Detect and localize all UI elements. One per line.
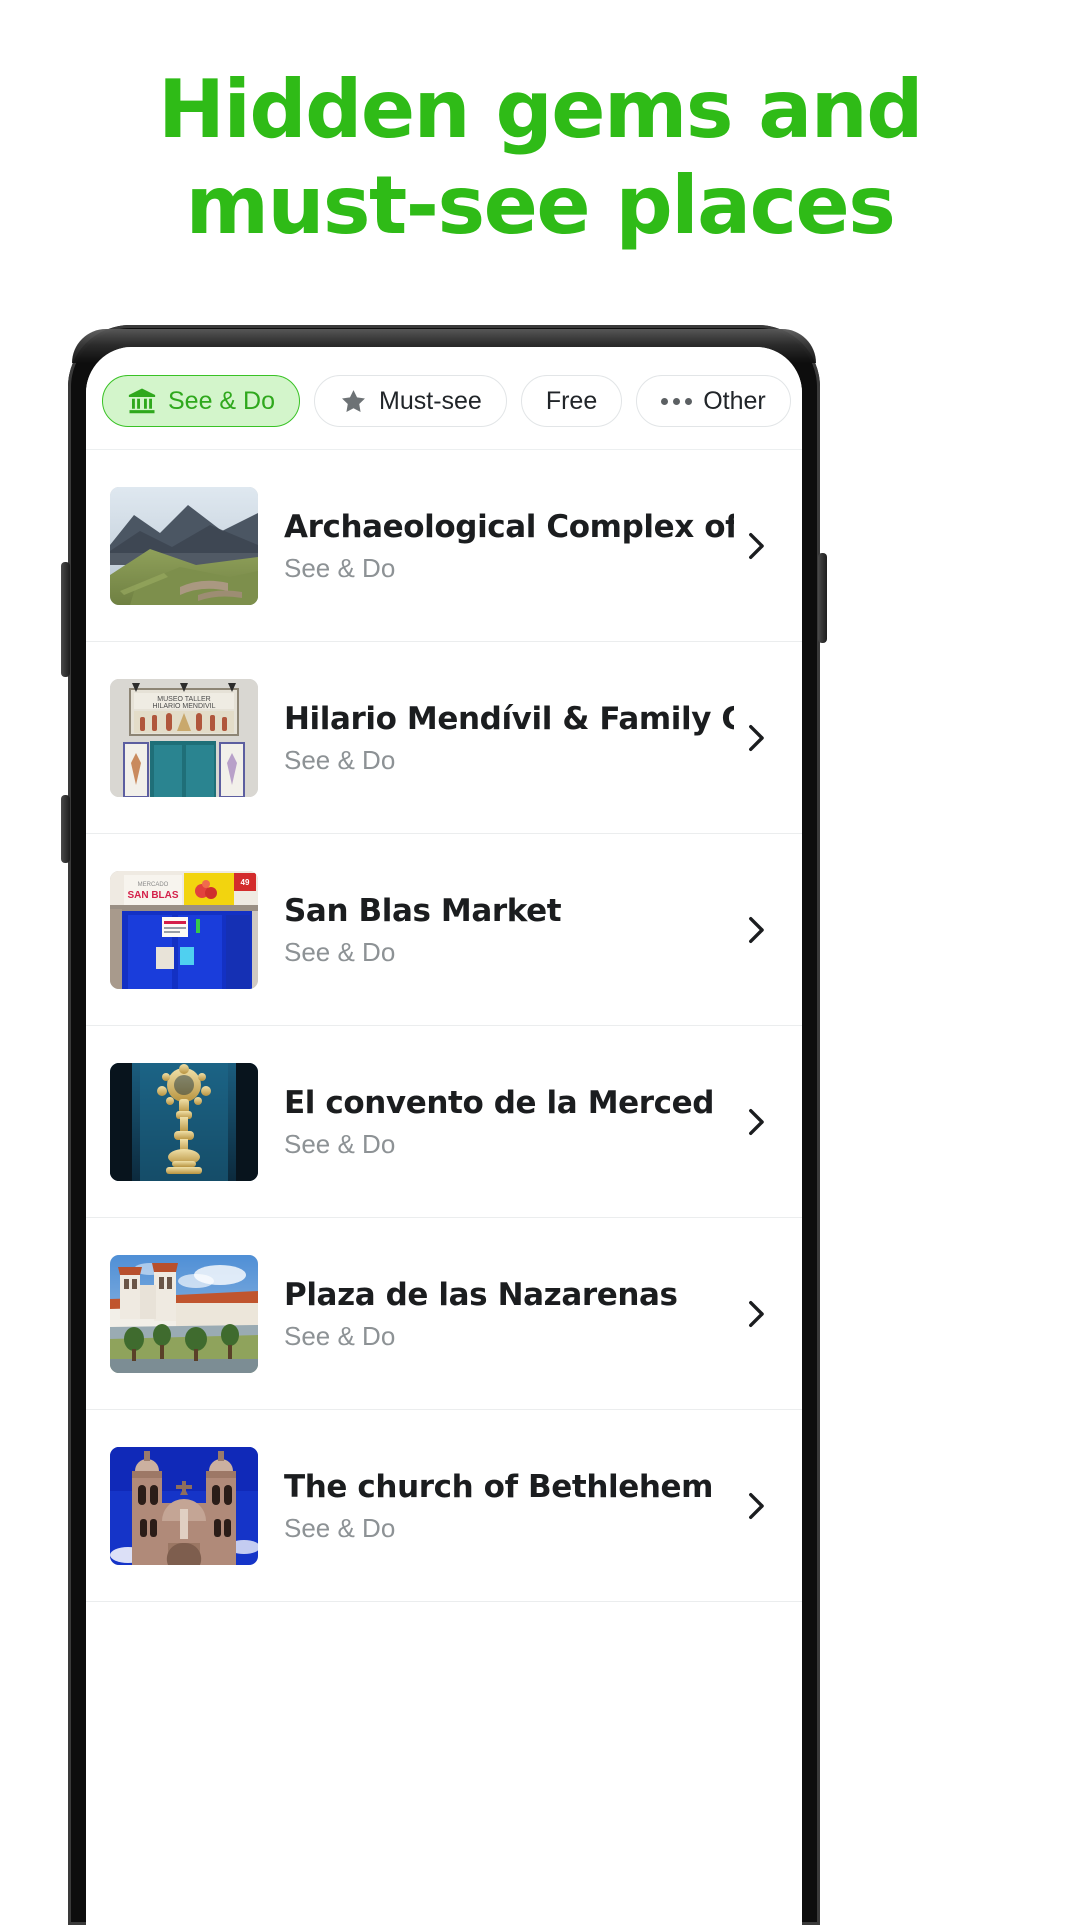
list-item[interactable]: Plaza de las Nazarenas See & Do [86,1218,802,1410]
list-item-subtitle: See & Do [284,745,396,775]
filter-chip-other[interactable]: Other [636,375,791,427]
list-item-subtitle: See & Do [284,1321,396,1351]
chevron-right-icon[interactable] [734,1101,776,1143]
list-item-text: San Blas Market See & Do [258,892,734,967]
plaza-nazarenas-photo [110,1254,258,1373]
merced-monstrance-photo [110,1062,258,1181]
page-title: Hidden gems and must-see places [0,0,1080,254]
list-item-text: Archaeological Complex of Pisac See & Do [258,508,734,583]
svg-text:MUSEO TALLER: MUSEO TALLER [157,696,210,703]
filter-chip-label: Must-see [379,386,482,415]
svg-text:HILARIO MENDIVIL: HILARIO MENDIVIL [152,703,215,710]
filter-chip-label: Free [545,386,598,415]
list-item-subtitle: See & Do [284,937,396,967]
list-item-text: Hilario Mendívil & Family Gallery See & … [258,700,734,775]
phone-screen: See & Do Must-see Free Other Archaeologi… [86,347,802,1925]
list-item-title: Plaza de las Nazarenas [284,1277,678,1313]
filter-chip-label: Other [703,386,766,415]
list-item-subtitle: See & Do [284,553,396,583]
list-item[interactable]: MUSEO TALLER HILARIO MENDIVIL Hilario Me… [86,642,802,834]
ellipsis-icon [661,397,693,405]
pisac-terraces-photo [110,486,258,605]
list-item-title: The church of Bethlehem [284,1469,714,1505]
places-list: Archaeological Complex of Pisac See & Do [86,450,802,1602]
filter-chip-see-and-do[interactable]: See & Do [102,375,301,427]
chevron-right-icon[interactable] [734,525,776,567]
phone-power-button [61,795,70,863]
list-item-subtitle: See & Do [284,1129,396,1159]
list-item-title: San Blas Market [284,893,562,929]
filter-chip-must-see[interactable]: Must-see [314,375,507,427]
list-item-text: Plaza de las Nazarenas See & Do [258,1276,734,1351]
filter-chip-label: See & Do [168,386,276,415]
list-item[interactable]: Archaeological Complex of Pisac See & Do [86,450,802,642]
page-title-line-2: must-see places [185,159,896,252]
san-blas-market-photo: MERCADO SAN BLAS 49 [110,870,258,989]
page-title-line-1: Hidden gems and [157,63,924,156]
chevron-right-icon[interactable] [734,1485,776,1527]
phone-side-button [818,553,827,643]
chevron-right-icon[interactable] [734,717,776,759]
list-item-text: El convento de la Merced See & Do [258,1084,734,1159]
list-item[interactable]: The church of Bethlehem See & Do [86,1410,802,1602]
mendivil-museum-facade-photo: MUSEO TALLER HILARIO MENDIVIL [110,678,258,797]
list-item-title: El convento de la Merced [284,1085,715,1121]
list-item[interactable]: El convento de la Merced See & Do [86,1026,802,1218]
list-item[interactable]: MERCADO SAN BLAS 49 San Blas Market See … [86,834,802,1026]
svg-text:49: 49 [241,878,250,887]
star-icon [339,387,368,416]
svg-text:SAN BLAS: SAN BLAS [127,890,178,901]
list-item-text: The church of Bethlehem See & Do [258,1468,734,1543]
chevron-right-icon[interactable] [734,909,776,951]
filter-chip-free[interactable]: Free [520,375,623,427]
list-item-title: Archaeological Complex of Pisac [284,509,734,545]
bethlehem-church-photo [110,1446,258,1565]
phone-mockup: See & Do Must-see Free Other Archaeologi… [61,325,827,1925]
filter-chip-bar: See & Do Must-see Free Other [86,347,802,450]
phone-volume-button [61,562,70,677]
list-item-title: Hilario Mendívil & Family Gallery [284,701,734,737]
svg-text:MERCADO: MERCADO [138,882,169,888]
chevron-right-icon[interactable] [734,1293,776,1335]
list-item-subtitle: See & Do [284,1513,396,1543]
museum-icon [127,386,157,416]
